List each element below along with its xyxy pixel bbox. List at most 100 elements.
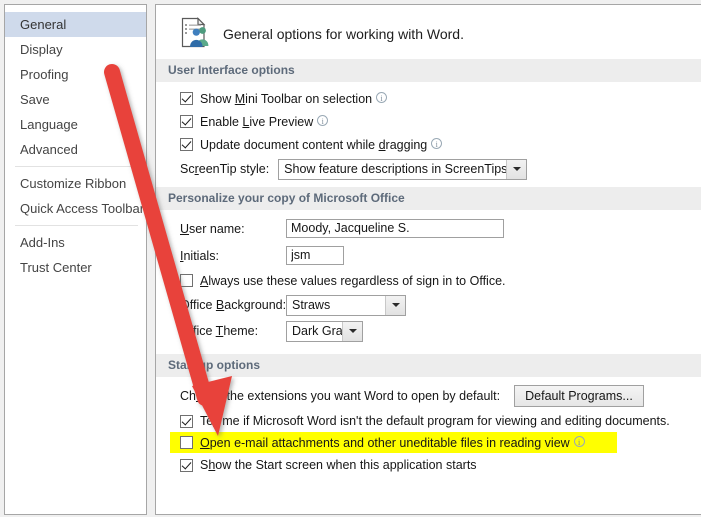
- accel-key: B: [215, 298, 225, 312]
- row-initials: Initials:: [180, 243, 701, 268]
- checkbox-always-use-these-values[interactable]: [180, 274, 193, 287]
- sidebar-item-label: Save: [20, 92, 50, 107]
- screentip-style-dropdown[interactable]: Show feature descriptions in ScreenTips: [278, 158, 528, 180]
- row-choose-extensions: Choose the extensions you want Word to o…: [180, 383, 701, 409]
- general-options-people-document-icon: [180, 16, 210, 51]
- info-icon[interactable]: i: [376, 92, 388, 103]
- chevron-down-icon[interactable]: [506, 159, 527, 179]
- label-part: pen e-mail attachments and other unedita…: [209, 435, 570, 450]
- row-tell-me-if-word-not-default: Tell me if Microsoft Word isn't the defa…: [180, 411, 701, 431]
- label-part: Office: [180, 324, 216, 338]
- row-open-email-attachments-highlighted: Open e-mail attachments and other unedit…: [170, 432, 617, 453]
- label-part: eenTip style:: [198, 162, 270, 176]
- section-header-start-up-options: Start up options: [156, 354, 701, 377]
- checkbox-show-mini-toolbar[interactable]: [180, 92, 193, 105]
- label-part: Ch: [180, 389, 196, 403]
- accel-key: o: [195, 389, 203, 403]
- checkbox-show-start-screen-label: Show the Start screen when this applicat…: [200, 458, 477, 472]
- screentip-style-value: Show feature descriptions in ScreenTips: [284, 161, 507, 176]
- sidebar-item-label: Proofing: [20, 67, 69, 82]
- accel-key: U: [180, 221, 190, 236]
- checkbox-enable-live-preview[interactable]: [180, 115, 193, 128]
- options-content-pane: General options for working with Word. U…: [155, 4, 701, 515]
- sidebar-item-display[interactable]: Display: [5, 37, 146, 62]
- checkbox-tell-me-if-word-not-default[interactable]: [180, 414, 193, 428]
- sidebar-item-general[interactable]: General: [5, 12, 146, 37]
- sidebar-item-label: Add-Ins: [20, 235, 65, 250]
- checkbox-always-use-these-values-label: Always use these values regardless of si…: [200, 274, 506, 288]
- label-part: l me if Microsoft Word isn't the default…: [215, 414, 670, 428]
- personalize-body: User name: Initials: Always use these va…: [156, 210, 701, 343]
- checkbox-tell-me-if-word-not-default-label: Tell me if Microsoft Word isn't the defa…: [200, 414, 670, 428]
- sidebar-item-label: Trust Center: [20, 260, 92, 275]
- info-icon[interactable]: i: [317, 115, 329, 126]
- accel-key: d: [378, 137, 386, 152]
- options-dialog: General Display Proofing Save Language A…: [0, 0, 701, 517]
- page-title: General options for working with Word.: [223, 25, 464, 42]
- sidebar-item-language[interactable]: Language: [5, 112, 146, 137]
- sidebar-item-proofing[interactable]: Proofing: [5, 62, 146, 87]
- label-part: ragging: [385, 137, 428, 152]
- label-part: lways use these values regardless of sig…: [208, 273, 506, 288]
- sidebar-item-customize-ribbon[interactable]: Customize Ribbon: [5, 171, 146, 196]
- row-update-document-content-while-dragging: Update document content while dragging i: [180, 134, 701, 155]
- office-background-value: Straws: [292, 297, 331, 312]
- row-show-start-screen: Show the Start screen when this applicat…: [180, 455, 701, 475]
- accel-key: O: [200, 435, 210, 450]
- sidebar-item-label: Advanced: [20, 142, 78, 157]
- row-show-mini-toolbar: Show Mini Toolbar on selection i: [180, 88, 701, 109]
- initials-label: Initials:: [180, 249, 286, 263]
- label-part: ose the extensions you want Word to open…: [202, 389, 501, 403]
- sidebar-item-quick-access-toolbar[interactable]: Quick Access Toolbar: [5, 196, 146, 221]
- row-always-use-these-values: Always use these values regardless of si…: [180, 270, 701, 291]
- checkbox-open-email-attachments-label: Open e-mail attachments and other unedit…: [200, 436, 570, 450]
- info-icon[interactable]: i: [573, 436, 585, 447]
- office-theme-dropdown[interactable]: Dark Gray: [286, 320, 363, 342]
- label-part: Update document content while: [200, 137, 379, 152]
- label-part: ini Toolbar on selection: [245, 91, 373, 106]
- sidebar-item-label: General: [20, 17, 67, 32]
- sidebar-item-label: Customize Ribbon: [20, 176, 127, 191]
- label-part: Show: [200, 91, 235, 106]
- sidebar-item-label: Quick Access Toolbar: [20, 201, 145, 216]
- initials-field[interactable]: [286, 246, 344, 265]
- checkbox-open-email-attachments[interactable]: [180, 436, 193, 449]
- sidebar-divider: [15, 225, 138, 226]
- sidebar-item-add-ins[interactable]: Add-Ins: [5, 230, 146, 255]
- checkbox-update-document-content-while-dragging-label: Update document content while dragging: [200, 138, 427, 152]
- checkbox-show-start-screen[interactable]: [180, 458, 193, 472]
- row-screentip-style: ScreenTip style: Show feature descriptio…: [180, 157, 701, 181]
- label-part: ow the Start screen when this applicatio…: [215, 458, 477, 472]
- label-part: Te: [200, 414, 214, 428]
- label-part: ser name:: [189, 221, 245, 236]
- user-interface-options-body: Show Mini Toolbar on selection i Enable …: [156, 82, 701, 181]
- user-name-label: User name:: [180, 222, 286, 236]
- office-theme-label: Office Theme:: [180, 324, 286, 338]
- label-part: ive Preview: [249, 114, 314, 129]
- checkbox-enable-live-preview-label: Enable Live Preview: [200, 115, 313, 129]
- label-part: heme:: [223, 324, 259, 338]
- section-header-personalize-your-copy: Personalize your copy of Microsoft Offic…: [156, 187, 701, 210]
- checkbox-update-document-content-while-dragging[interactable]: [180, 138, 193, 151]
- sidebar-item-advanced[interactable]: Advanced: [5, 137, 146, 162]
- options-category-sidebar: General Display Proofing Save Language A…: [4, 4, 147, 515]
- screentip-style-label: ScreenTip style:: [180, 162, 269, 176]
- info-icon[interactable]: i: [431, 138, 443, 149]
- checkbox-show-mini-toolbar-label: Show Mini Toolbar on selection: [200, 92, 372, 106]
- user-name-field[interactable]: [286, 219, 504, 238]
- label-part: nitials:: [183, 248, 219, 263]
- row-office-theme: Office Theme: Dark Gray: [180, 319, 701, 343]
- sidebar-item-trust-center[interactable]: Trust Center: [5, 255, 146, 280]
- page-header: General options for working with Word.: [156, 5, 701, 53]
- office-background-dropdown[interactable]: Straws: [286, 294, 406, 316]
- office-theme-value: Dark Gray: [292, 323, 342, 338]
- office-background-label: Office Background:: [180, 298, 286, 312]
- default-programs-button[interactable]: Default Programs...: [514, 385, 644, 407]
- choose-extensions-label: Choose the extensions you want Word to o…: [180, 389, 500, 403]
- chevron-down-icon[interactable]: [385, 295, 405, 315]
- row-office-background: Office Background: Straws: [180, 293, 701, 317]
- sidebar-item-save[interactable]: Save: [5, 87, 146, 112]
- chevron-down-icon[interactable]: [342, 321, 362, 341]
- sidebar-item-label: Display: [20, 42, 63, 57]
- accel-key: M: [234, 91, 246, 106]
